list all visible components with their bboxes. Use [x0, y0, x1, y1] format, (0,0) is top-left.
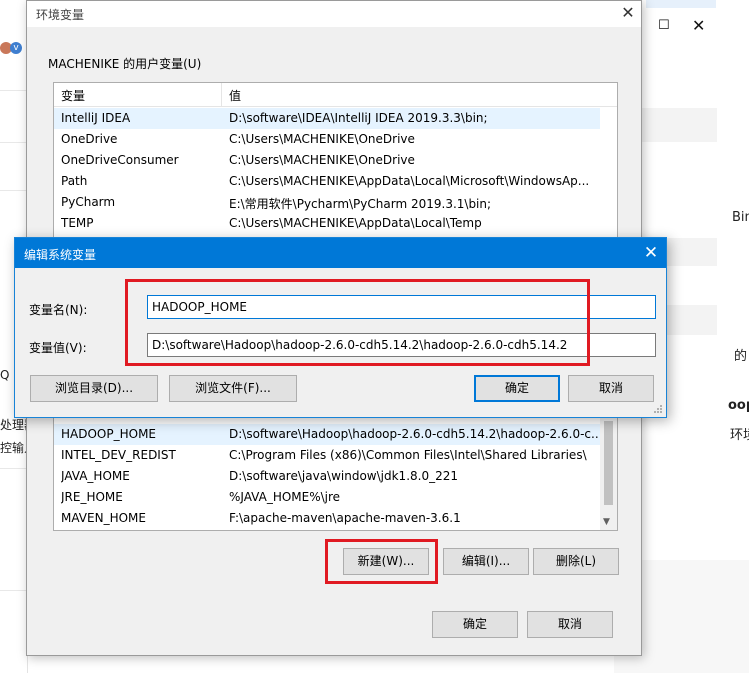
variable-value: C:\Users\MACHENIKE\AppData\Local\Microso… — [229, 174, 590, 188]
close-icon[interactable]: ✕ — [639, 242, 663, 264]
avatar-group: v — [0, 40, 28, 58]
browse-directory-button[interactable]: 浏览目录(D)... — [30, 375, 158, 402]
variable-name: Path — [61, 174, 88, 188]
variable-value: C:\Users\MACHENIKE\OneDrive — [229, 132, 415, 146]
divider — [0, 590, 28, 591]
column-header-value[interactable]: 值 — [229, 87, 241, 104]
variable-value: C:\Program Files (x86)\Common Files\Inte… — [229, 448, 587, 462]
dialog-title: 环境变量 — [36, 8, 85, 22]
close-icon[interactable]: ✕ — [692, 16, 706, 35]
browse-file-button[interactable]: 浏览文件(F)... — [169, 375, 297, 402]
variable-name: IntelliJ IDEA — [61, 111, 131, 125]
variable-name-label: 变量名(N): — [29, 303, 88, 317]
scrollbar-thumb[interactable] — [604, 421, 613, 505]
list-item[interactable]: INTEL_DEV_REDIST C:\Program Files (x86)\… — [54, 445, 600, 466]
variable-value-label: 变量值(V): — [29, 341, 87, 355]
variable-name: OneDriveConsumer — [61, 153, 179, 167]
list-item[interactable]: TEMP C:\Users\MACHENIKE\AppData\Local\Te… — [54, 213, 600, 234]
text-fragment: oop — [728, 398, 749, 413]
list-item[interactable]: OneDrive C:\Users\MACHENIKE\OneDrive — [54, 129, 600, 150]
avatar: v — [10, 42, 22, 54]
dialog-titlebar: 环境变量 ✕ — [27, 1, 641, 27]
text-fragment: 环境 — [730, 428, 749, 443]
ok-button[interactable]: 确定 — [474, 375, 560, 402]
background-tab — [646, 0, 716, 8]
list-item[interactable]: JRE_HOME %JAVA_HOME%\jre — [54, 487, 600, 508]
column-separator[interactable] — [221, 83, 222, 107]
list-item[interactable]: HADOOP_HOME D:\software\Hadoop\hadoop-2.… — [54, 424, 600, 445]
variable-name: INTEL_DEV_REDIST — [61, 448, 176, 462]
list-header: 变量 值 — [54, 83, 617, 107]
variable-name: OneDrive — [61, 132, 118, 146]
list-item[interactable]: JAVA_HOME D:\software\java\window\jdk1.8… — [54, 466, 600, 487]
cancel-button[interactable]: 取消 — [527, 611, 613, 638]
text-fragment: Q — [0, 368, 10, 382]
variable-name: TEMP — [61, 216, 94, 230]
list-item[interactable]: IntelliJ IDEA D:\software\IDEA\IntelliJ … — [54, 108, 600, 129]
highlight-box — [325, 539, 438, 584]
variable-value: C:\Users\MACHENIKE\AppData\Local\Temp — [229, 216, 482, 230]
variable-value: E:\常用软件\Pycharm\PyCharm 2019.3.1\bin; — [229, 197, 492, 211]
user-variables-label: MACHENIKE 的用户变量(U) — [48, 57, 202, 71]
divider — [0, 142, 28, 143]
divider — [0, 190, 28, 191]
variable-value: F:\apache-maven\apache-maven-3.6.1 — [229, 511, 461, 525]
list-item[interactable]: MAVEN_HOME F:\apache-maven\apache-maven-… — [54, 508, 600, 529]
edit-system-variable-dialog: 编辑系统变量 ✕ 变量名(N): HADOOP_HOME 变量值(V): D:\… — [14, 237, 667, 418]
delete-variable-button[interactable]: 删除(L) — [533, 548, 619, 575]
dialog-titlebar: 编辑系统变量 ✕ — [15, 238, 666, 268]
text-fragment: Bin — [732, 210, 749, 225]
edit-variable-button[interactable]: 编辑(I)... — [443, 548, 529, 575]
variable-value: C:\Users\MACHENIKE\OneDrive — [229, 153, 415, 167]
variable-value: D:\software\java\window\jdk1.8.0_221 — [229, 469, 458, 483]
column-header-variable[interactable]: 变量 — [61, 87, 85, 104]
list-item[interactable]: PyCharm E:\常用软件\Pycharm\PyCharm 2019.3.1… — [54, 192, 600, 213]
cancel-button[interactable]: 取消 — [568, 375, 654, 402]
highlight-box — [125, 279, 590, 366]
variable-value: D:\software\Hadoop\hadoop-2.6.0-cdh5.14.… — [229, 427, 599, 441]
maximize-icon[interactable]: ☐ — [658, 18, 672, 34]
variable-name: JRE_HOME — [61, 490, 123, 504]
divider — [0, 468, 28, 469]
text-fragment: 的 — [734, 349, 748, 364]
resize-grip-icon[interactable] — [653, 404, 663, 414]
variable-value: D:\software\IDEA\IntelliJ IDEA 2019.3.3\… — [229, 111, 488, 125]
dialog-title: 编辑系统变量 — [24, 248, 97, 262]
divider — [0, 90, 28, 91]
close-icon[interactable]: ✕ — [617, 3, 639, 23]
list-item[interactable]: Path C:\Users\MACHENIKE\AppData\Local\Mi… — [54, 171, 600, 192]
variable-value: %JAVA_HOME%\jre — [229, 490, 341, 504]
variable-name: MAVEN_HOME — [61, 511, 146, 525]
user-variables-list[interactable]: 变量 值 IntelliJ IDEA D:\software\IDEA\Inte… — [53, 82, 618, 242]
list-item[interactable]: OneDriveConsumer C:\Users\MACHENIKE\OneD… — [54, 150, 600, 171]
ok-button[interactable]: 确定 — [432, 611, 518, 638]
variable-name: HADOOP_HOME — [61, 427, 157, 441]
scroll-down-icon[interactable]: ▼ — [603, 517, 610, 527]
variable-name: PyCharm — [61, 195, 116, 209]
variable-name: JAVA_HOME — [61, 469, 130, 483]
